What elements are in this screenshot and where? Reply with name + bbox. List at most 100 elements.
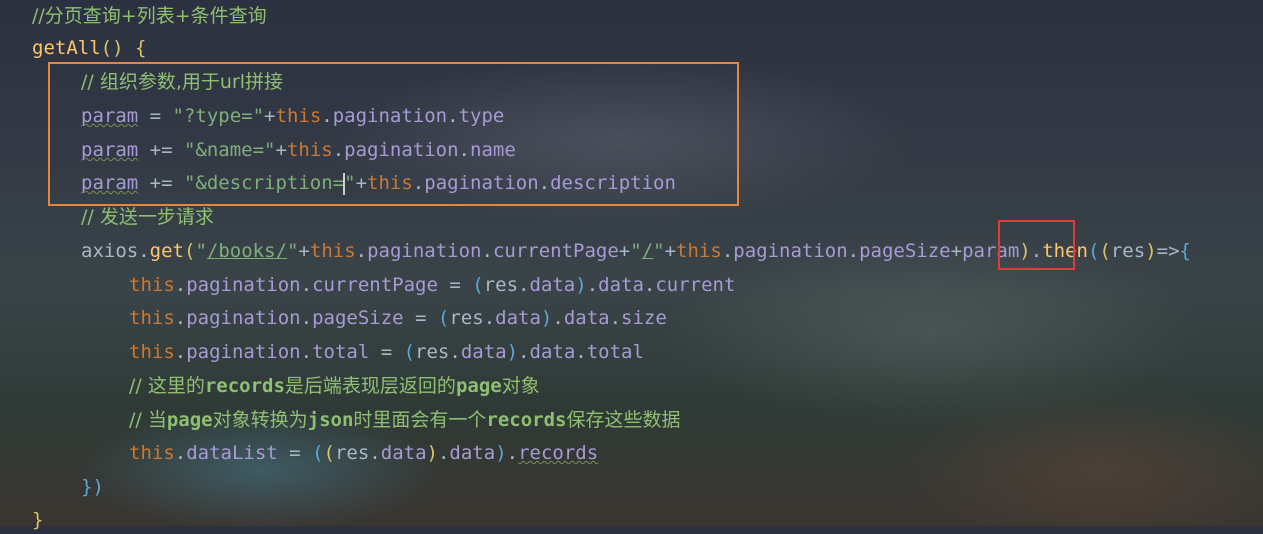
code-token: current (655, 274, 736, 296)
code-token: pagination (367, 240, 482, 262)
code-token: . (552, 307, 564, 329)
code-token: => (1156, 240, 1180, 262)
code-token: . (609, 307, 622, 329)
code-token: " (653, 240, 665, 262)
code-line[interactable]: } (32, 506, 43, 534)
code-token: total (312, 341, 370, 363)
code-line[interactable]: //分页查询+列表+条件查询 (32, 2, 267, 30)
code-token: pagination (186, 274, 301, 296)
code-token: ( (437, 307, 450, 329)
code-token: dataList (186, 442, 278, 464)
code-token: " (195, 240, 207, 262)
code-token: data (380, 442, 427, 464)
code-line[interactable]: // 这里的records是后端表现层返回的page对象 (129, 372, 540, 400)
code-token: this (129, 274, 175, 296)
code-token: res (449, 307, 484, 329)
code-token: } (32, 509, 44, 531)
code-token: // 发送一步请求 (81, 206, 214, 228)
code-token: = (277, 442, 313, 464)
code-token: records (518, 442, 599, 464)
code-line[interactable]: this.pagination.currentPage = (res.data)… (129, 271, 735, 299)
code-token: . (575, 341, 587, 363)
code-token: ) (426, 442, 438, 464)
code-token: 时里面会有一个 (353, 409, 487, 431)
code-token: total (586, 341, 644, 363)
code-token: data (495, 307, 541, 329)
code-token: 对象 (501, 375, 540, 397)
code-token: . (721, 240, 734, 262)
code-token: ) (575, 274, 587, 296)
code-token: . (586, 274, 599, 296)
code-token: this (129, 442, 175, 464)
code-token: res (483, 274, 519, 296)
code-token: 是后端表现层返回的 (284, 375, 456, 397)
code-token: pagination (733, 240, 848, 262)
code-token: currentPage (312, 274, 438, 296)
code-token: () (100, 37, 124, 59)
code-token: pageSize (312, 307, 404, 329)
code-token: { (134, 37, 147, 59)
code-token: records (204, 375, 285, 397)
code-token: . (506, 442, 519, 464)
code-token: res (334, 442, 370, 464)
code-token: . (847, 240, 860, 262)
code-token: . (174, 341, 187, 363)
code-token: / (641, 240, 654, 262)
code-token: . (300, 341, 313, 363)
code-token: . (437, 442, 450, 464)
code-token: data (598, 274, 644, 296)
code-token: ( (1099, 240, 1111, 262)
code-token: . (449, 341, 461, 363)
code-line[interactable]: this.pagination.total = (res.data).data.… (129, 338, 644, 366)
code-token: data (529, 341, 576, 363)
code-token: . (481, 240, 493, 262)
code-token: 保存这些数据 (566, 409, 681, 431)
code-token: . (138, 240, 150, 262)
code-line[interactable]: this.dataList = ((res.data).data).record… (129, 439, 598, 467)
code-token: }) (81, 476, 104, 498)
code-token: . (483, 307, 496, 329)
code-token: ( (183, 240, 196, 262)
code-token: . (174, 307, 187, 329)
code-token: // 这里的 (129, 375, 205, 397)
code-token: . (174, 274, 187, 296)
code-token: ( (472, 274, 484, 296)
code-token: ( (1087, 240, 1100, 262)
code-token: page (455, 375, 502, 397)
param-usage-highlight-box (998, 220, 1075, 270)
code-token: res (415, 341, 450, 363)
code-token: ( (312, 442, 324, 464)
code-token: + (298, 240, 310, 262)
code-token: axios (81, 240, 139, 262)
code-line[interactable]: this.pagination.pageSize = (res.data).da… (129, 304, 667, 332)
code-token: records (486, 409, 567, 431)
code-token: " (286, 240, 299, 262)
code-token: this (129, 307, 175, 329)
code-token: . (518, 274, 530, 296)
code-token: json (307, 409, 354, 431)
code-token: + (664, 240, 677, 262)
code-token: get (149, 240, 184, 262)
code-token: pagination (186, 341, 301, 363)
code-token: getAll (32, 37, 101, 59)
code-token: . (300, 307, 313, 329)
code-token: = (437, 274, 473, 296)
code-token: size (621, 307, 667, 329)
code-line[interactable]: getAll() { (32, 34, 146, 62)
code-token: data (460, 341, 507, 363)
code-token: pageSize (859, 240, 951, 262)
code-token: pagination (186, 307, 301, 329)
code-token: . (518, 341, 530, 363)
code-token: 对象转换为 (212, 409, 308, 431)
code-token: data (529, 274, 576, 296)
code-token: page (166, 409, 213, 431)
code-token: /books/ (206, 240, 287, 262)
code-line[interactable]: // 当page对象转换为json时里面会有一个records保存这些数据 (129, 406, 681, 434)
code-token: . (355, 240, 368, 262)
code-line[interactable]: }) (81, 473, 104, 501)
code-token: + (618, 240, 631, 262)
code-token: // 当 (129, 409, 167, 431)
code-token: //分页查询+列表+条件查询 (32, 5, 267, 27)
code-line[interactable]: // 发送一步请求 (81, 203, 214, 231)
code-token: " (630, 240, 642, 262)
